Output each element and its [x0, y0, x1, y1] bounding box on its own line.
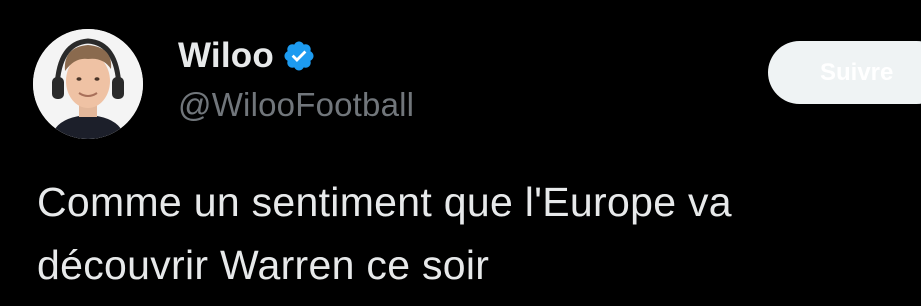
tweet-card: Wiloo @WilooFootball Suivre Comme un sen… [0, 0, 921, 306]
avatar-photo [33, 29, 143, 139]
follow-button[interactable]: Suivre [768, 41, 921, 104]
tweet-text-line-1: Comme un sentiment que l'Europe va [37, 179, 732, 225]
user-handle[interactable]: @WilooFootball [178, 86, 414, 124]
tweet-text: Comme un sentiment que l'Europe va décou… [37, 171, 917, 297]
tweet-author: Wiloo @WilooFootball [178, 32, 414, 124]
name-row: Wiloo [178, 32, 414, 80]
display-name[interactable]: Wiloo [178, 36, 274, 76]
avatar[interactable] [33, 29, 143, 139]
verified-badge-icon [282, 39, 316, 73]
tweet-text-line-2: découvrir Warren ce soir [37, 242, 490, 288]
